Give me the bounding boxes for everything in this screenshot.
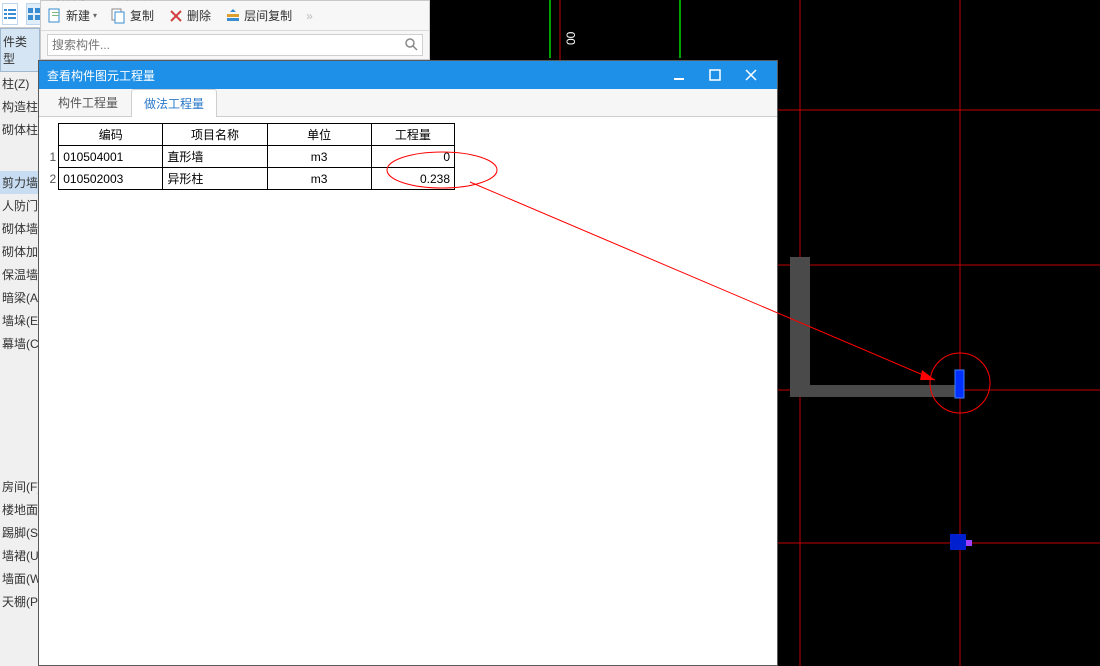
new-icon (47, 8, 63, 24)
sidebar-item[interactable]: 天棚(P (0, 590, 40, 613)
col-code: 编码 (59, 124, 163, 146)
minimize-icon (673, 69, 685, 81)
close-icon (745, 69, 757, 81)
search-input[interactable] (52, 38, 404, 52)
col-name: 项目名称 (163, 124, 267, 146)
table-row[interactable]: 2010502003异形柱m30.238 (45, 168, 455, 190)
table-row[interactable]: 1010504001直形墙m30 (45, 146, 455, 168)
sidebar-item[interactable]: 保温墙 (0, 263, 40, 286)
list-view-icon[interactable] (2, 3, 18, 25)
maximize-button[interactable] (697, 61, 733, 89)
sidebar-item[interactable]: 墙面(W (0, 567, 40, 590)
sidebar-item[interactable]: 楼地面 (0, 498, 40, 521)
search-icon[interactable] (404, 37, 418, 54)
sidebar-item[interactable]: 墙垛(E (0, 309, 40, 332)
layer-copy-icon (225, 8, 241, 24)
sidebar-item[interactable]: 踢脚(S) (0, 521, 40, 544)
cell-unit: m3 (267, 146, 371, 168)
cell-code: 010504001 (59, 146, 163, 168)
layer-copy-button[interactable]: 层间复制 (225, 7, 292, 24)
sidebar-item[interactable]: 剪力墙 (0, 171, 40, 194)
close-button[interactable] (733, 61, 769, 89)
cell-name: 直形墙 (163, 146, 267, 168)
sidebar-item[interactable]: 墙裙(U (0, 544, 40, 567)
dialog-tabs: 构件工程量 做法工程量 (39, 89, 777, 117)
maximize-icon (709, 69, 721, 81)
component-toolbar: 构件列表 图纸管理 新建▾ 复制 删除 层间复制 » (40, 0, 430, 60)
sidebar-item[interactable]: 砌体柱 (0, 118, 40, 141)
component-type-sidebar: 件类型 柱(Z)构造柱砌体柱剪力墙人防门砌体墙砌体加保温墙暗梁(A墙垛(E幕墙(… (0, 0, 40, 666)
delete-button[interactable]: 删除 (168, 7, 211, 24)
sidebar-item[interactable]: 人防门 (0, 194, 40, 217)
cell-name: 异形柱 (163, 168, 267, 190)
sidebar-item[interactable]: 暗梁(A (0, 286, 40, 309)
quantity-table: 编码 项目名称 单位 工程量 1010504001直形墙m30201050200… (45, 123, 455, 190)
cell-qty: 0 (371, 146, 454, 168)
dialog-title: 查看构件图元工程量 (47, 67, 661, 84)
tab-component-qty[interactable]: 构件工程量 (45, 88, 131, 116)
toolbar-tab-list[interactable]: 构件列表 (41, 0, 105, 8)
sidebar-item[interactable]: 幕墙(C (0, 332, 40, 355)
copy-icon (111, 8, 127, 24)
tab-practice-qty[interactable]: 做法工程量 (131, 89, 217, 117)
dimension-label: 00 (564, 31, 578, 45)
cell-unit: m3 (267, 168, 371, 190)
minimize-button[interactable] (661, 61, 697, 89)
sidebar-item[interactable]: 砌体加 (0, 240, 40, 263)
col-unit: 单位 (267, 124, 371, 146)
dialog-titlebar[interactable]: 查看构件图元工程量 (39, 61, 777, 89)
toolbar-tab-drawings[interactable]: 图纸管理 (109, 0, 173, 8)
col-qty: 工程量 (371, 124, 454, 146)
new-button[interactable]: 新建▾ (47, 7, 97, 24)
copy-button[interactable]: 复制 (111, 7, 154, 24)
sidebar-header: 件类型 (0, 28, 40, 72)
sidebar-item[interactable]: 柱(Z) (0, 72, 40, 95)
sidebar-item[interactable]: 房间(F) (0, 475, 40, 498)
sidebar-item[interactable]: 构造柱 (0, 95, 40, 118)
search-input-wrap (47, 34, 423, 56)
quantity-dialog: 查看构件图元工程量 构件工程量 做法工程量 编码 项目名称 单位 工程量 101… (38, 60, 778, 666)
cell-qty: 0.238 (371, 168, 454, 190)
sidebar-item[interactable]: 砌体墙 (0, 217, 40, 240)
delete-icon (168, 8, 184, 24)
cell-code: 010502003 (59, 168, 163, 190)
